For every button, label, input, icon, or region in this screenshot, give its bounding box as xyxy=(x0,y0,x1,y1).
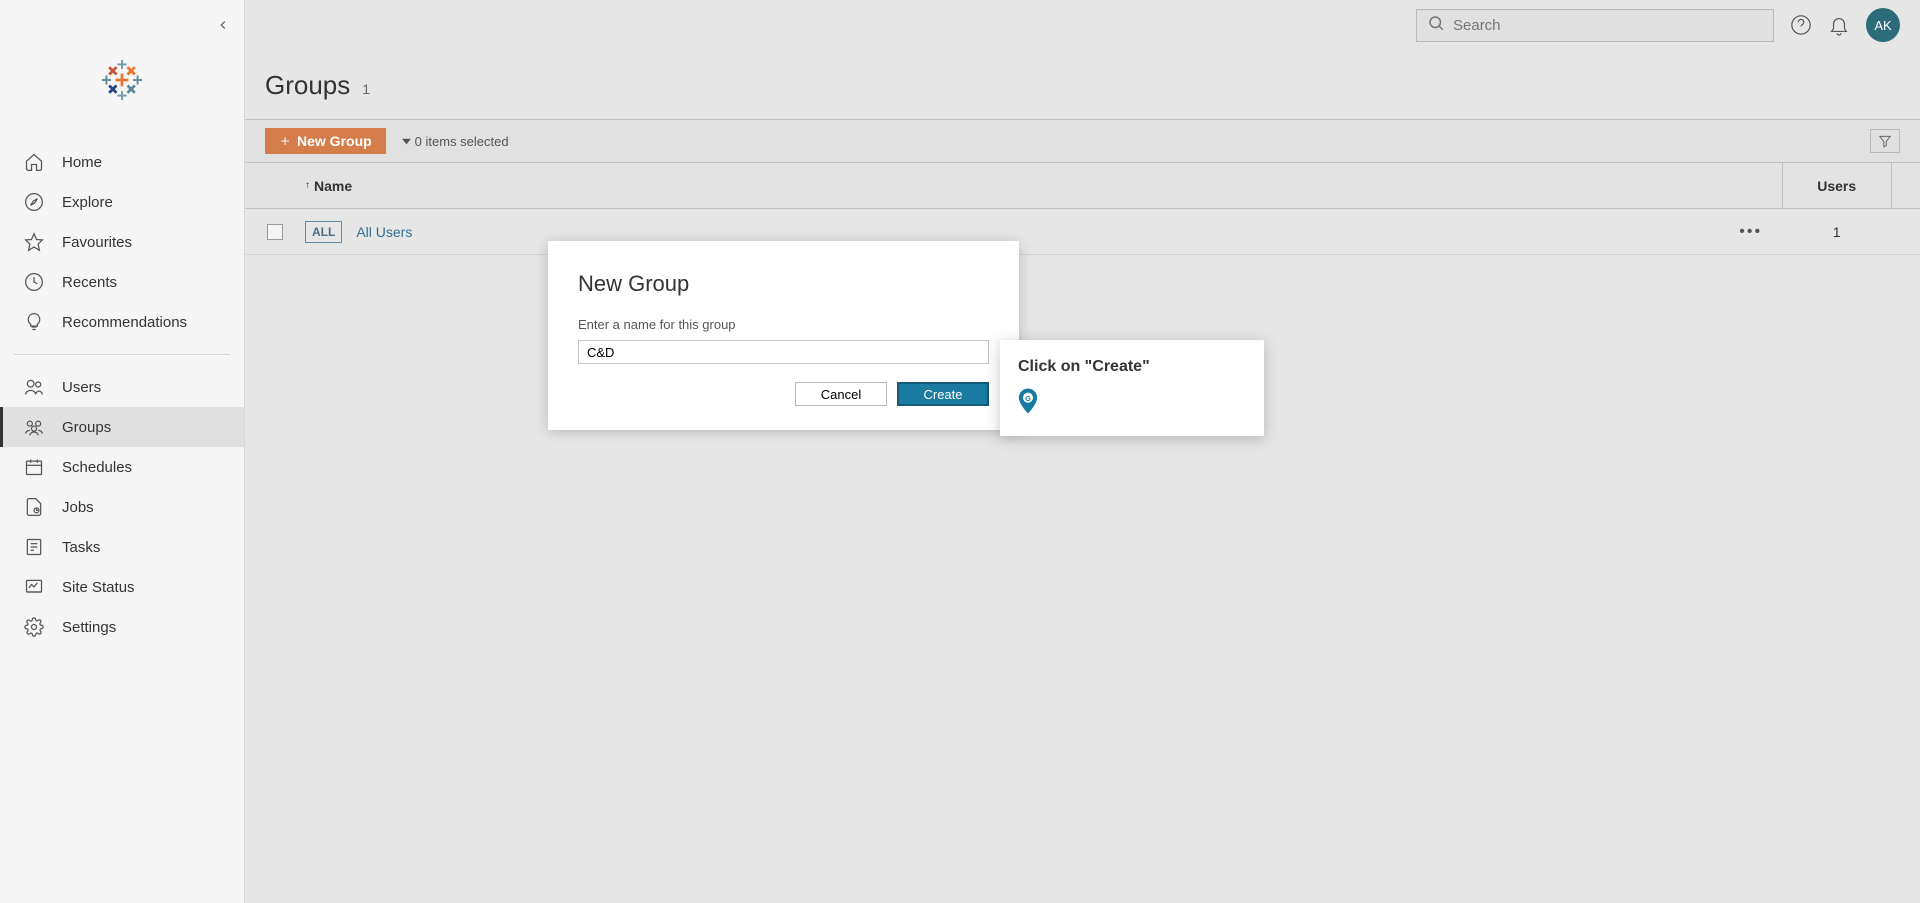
sidebar-item-label: Jobs xyxy=(62,499,94,516)
status-icon xyxy=(24,577,44,597)
plus-icon xyxy=(279,135,291,147)
sidebar-item-home[interactable]: Home xyxy=(0,142,244,182)
modal-label: Enter a name for this group xyxy=(578,317,989,332)
sidebar-item-settings[interactable]: Settings xyxy=(0,607,244,647)
create-button[interactable]: Create xyxy=(897,382,989,406)
caret-down-icon xyxy=(402,137,411,146)
new-group-label: New Group xyxy=(297,133,372,149)
sidebar-item-label: Groups xyxy=(62,419,111,436)
compass-icon xyxy=(24,192,44,212)
sidebar-item-recommendations[interactable]: Recommendations xyxy=(0,302,244,342)
sidebar-item-label: Site Status xyxy=(62,579,135,596)
row-checkbox[interactable] xyxy=(267,224,283,240)
jobs-icon xyxy=(24,497,44,517)
filter-button[interactable] xyxy=(1870,129,1900,153)
page-title: Groups xyxy=(265,70,350,101)
sidebar-item-label: Home xyxy=(62,154,102,171)
pin-icon: G xyxy=(1018,388,1246,419)
table-row: ALL All Users ••• 1 xyxy=(245,209,1920,255)
page: Groups 1 New Group 0 items selected ↑ Na… xyxy=(245,50,1920,903)
search-input-wrap[interactable] xyxy=(1416,9,1774,42)
logo xyxy=(0,58,244,102)
search-icon xyxy=(1427,14,1445,37)
selected-count-text: 0 items selected xyxy=(415,134,509,149)
sidebar-item-label: Favourites xyxy=(62,234,132,251)
sidebar-item-recents[interactable]: Recents xyxy=(0,262,244,302)
tutorial-callout: Click on "Create" G xyxy=(1000,340,1264,436)
sidebar: Home Explore Favourites Recents Recommen… xyxy=(0,0,245,903)
group-link[interactable]: All Users xyxy=(356,224,412,240)
selection-dropdown[interactable]: 0 items selected xyxy=(402,134,509,149)
sidebar-collapse-button[interactable] xyxy=(216,18,230,37)
bulb-icon xyxy=(24,312,44,332)
callout-text: Click on "Create" xyxy=(1018,358,1246,376)
groups-icon xyxy=(24,417,44,437)
column-users[interactable]: Users xyxy=(1782,163,1892,208)
help-button[interactable] xyxy=(1790,14,1812,36)
sidebar-item-site-status[interactable]: Site Status xyxy=(0,567,244,607)
sidebar-item-groups[interactable]: Groups xyxy=(0,407,244,447)
new-group-button[interactable]: New Group xyxy=(265,128,386,154)
sidebar-item-label: Users xyxy=(62,379,101,396)
nav-admin: Users Groups Schedules Jobs Tasks Site S… xyxy=(0,367,244,647)
sidebar-item-label: Settings xyxy=(62,619,116,636)
tasks-icon xyxy=(24,537,44,557)
sidebar-item-favourites[interactable]: Favourites xyxy=(0,222,244,262)
sidebar-item-schedules[interactable]: Schedules xyxy=(0,447,244,487)
sort-asc-icon: ↑ xyxy=(305,180,310,191)
sidebar-item-label: Recommendations xyxy=(62,314,187,331)
avatar[interactable]: AK xyxy=(1866,8,1900,42)
row-users: 1 xyxy=(1782,224,1892,240)
nav-primary: Home Explore Favourites Recents Recommen… xyxy=(0,142,244,342)
sidebar-item-label: Tasks xyxy=(62,539,100,556)
sidebar-item-label: Explore xyxy=(62,194,113,211)
notifications-button[interactable] xyxy=(1828,14,1850,36)
svg-text:G: G xyxy=(1025,394,1031,403)
topbar: AK xyxy=(245,0,1920,50)
toolbar: New Group 0 items selected xyxy=(245,119,1920,163)
clock-icon xyxy=(24,272,44,292)
row-actions-button[interactable]: ••• xyxy=(1720,223,1782,241)
star-icon xyxy=(24,232,44,252)
column-name[interactable]: ↑ Name xyxy=(305,178,1720,194)
all-badge: ALL xyxy=(305,221,342,243)
table-header: ↑ Name Users xyxy=(245,163,1920,209)
search-input[interactable] xyxy=(1453,17,1763,34)
users-icon xyxy=(24,377,44,397)
page-count: 1 xyxy=(362,81,370,97)
sidebar-item-label: Recents xyxy=(62,274,117,291)
gear-icon xyxy=(24,617,44,637)
new-group-modal: New Group Enter a name for this group Ca… xyxy=(548,241,1019,430)
filter-icon xyxy=(1878,134,1892,148)
modal-title: New Group xyxy=(578,271,989,297)
sidebar-item-explore[interactable]: Explore xyxy=(0,182,244,222)
sidebar-item-jobs[interactable]: Jobs xyxy=(0,487,244,527)
sidebar-item-users[interactable]: Users xyxy=(0,367,244,407)
cancel-button[interactable]: Cancel xyxy=(795,382,887,406)
sidebar-item-tasks[interactable]: Tasks xyxy=(0,527,244,567)
nav-divider xyxy=(14,354,230,355)
calendar-icon xyxy=(24,457,44,477)
group-name-input[interactable] xyxy=(578,340,989,364)
sidebar-item-label: Schedules xyxy=(62,459,132,476)
home-icon xyxy=(24,152,44,172)
